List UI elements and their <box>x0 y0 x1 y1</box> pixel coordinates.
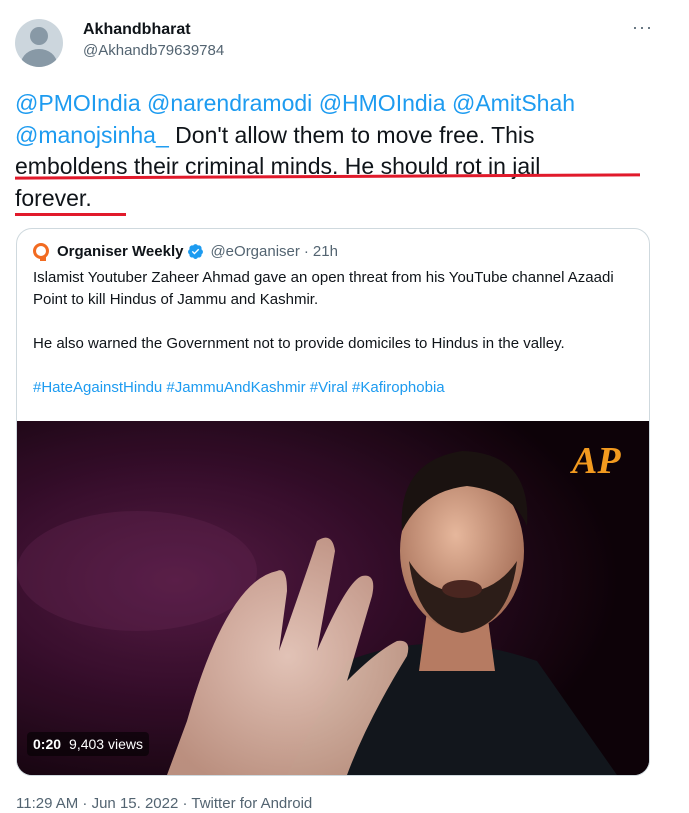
quoted-paragraph: He also warned the Government not to pro… <box>33 335 565 352</box>
quoted-paragraph: Islamist Youtuber Zaheer Ahmad gave an o… <box>33 269 614 308</box>
quoted-tweet-card[interactable]: Organiser Weekly @eOrganiser · 21h Islam… <box>16 228 650 776</box>
tweet-footer-meta[interactable]: 11:29 AM · Jun 15. 2022 · Twitter for An… <box>16 795 312 813</box>
hashtags[interactable]: #HateAgainstHindu #JammuAndKashmir #Vira… <box>33 377 633 399</box>
video-frame: AP <box>17 421 649 775</box>
video-views: 9,403 views <box>69 736 143 752</box>
video-time-badge: 0:20 9,403 views <box>27 732 149 756</box>
video-player[interactable]: AP 0:20 9,403 views <box>17 421 649 775</box>
organiser-logo <box>33 243 49 261</box>
verified-badge-icon <box>188 243 204 259</box>
video-duration: 0:20 <box>33 736 62 752</box>
author-name[interactable]: Akhandbharat <box>83 21 191 39</box>
avatar[interactable] <box>15 19 63 67</box>
mention-link[interactable]: @AmitShah <box>452 90 575 116</box>
quoted-tweet-header: Organiser Weekly @eOrganiser · 21h <box>33 241 338 261</box>
more-icon[interactable]: ··· <box>632 18 653 36</box>
mention-link[interactable]: @narendramodi <box>147 90 312 116</box>
mention-link[interactable]: @manojsinha_ <box>15 122 169 148</box>
red-underline-annotation <box>15 213 126 216</box>
quoted-author-name[interactable]: Organiser Weekly <box>57 243 183 260</box>
channel-logo: AP <box>570 440 621 482</box>
tweet-text-part: forever. <box>15 184 92 211</box>
mention-link[interactable]: @PMOIndia <box>15 90 141 116</box>
avatar-head <box>30 27 48 45</box>
quoted-author-handle[interactable]: @eOrganiser <box>210 243 299 260</box>
tweet-text-part: Don't allow them to move free. This <box>175 121 535 148</box>
mention-link[interactable]: @HMOIndia <box>319 90 446 116</box>
tweet-text: @PMOIndia @narendramodi @HMOIndia @AmitS… <box>15 88 645 214</box>
quoted-tweet-body: Islamist Youtuber Zaheer Ahmad gave an o… <box>33 267 633 399</box>
author-handle[interactable]: @Akhandb79639784 <box>83 42 224 60</box>
separator: · <box>303 242 309 260</box>
quoted-tweet-time[interactable]: 21h <box>313 243 338 260</box>
avatar-body <box>21 49 57 67</box>
